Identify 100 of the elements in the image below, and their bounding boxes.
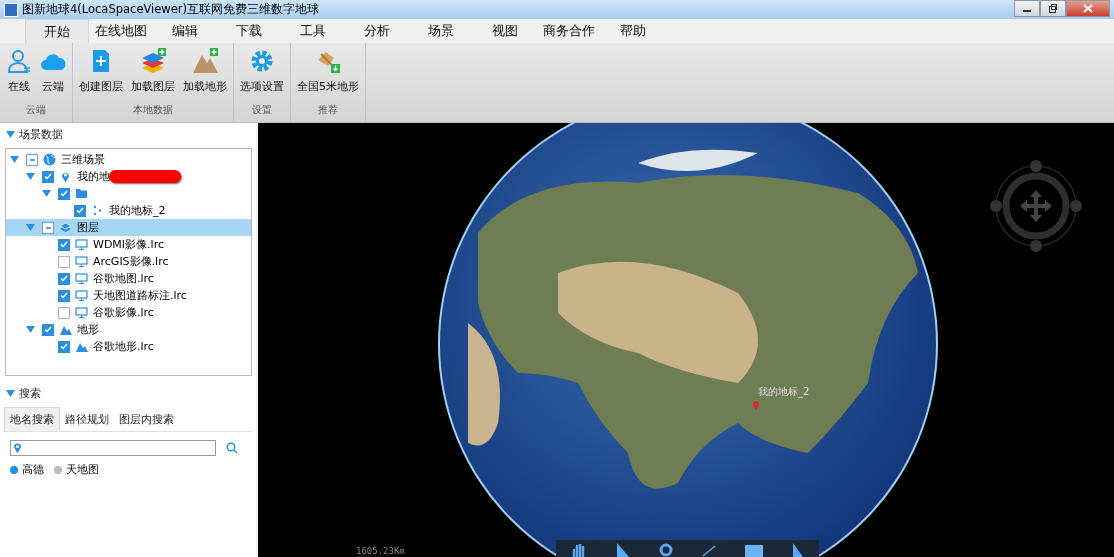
expand-arrow-icon[interactable] [26, 326, 35, 333]
source-radio[interactable]: 高德 [10, 462, 44, 477]
ribbon-button[interactable]: 创建图层 [77, 43, 125, 100]
ribbon-group-label: 云端 [25, 103, 47, 117]
ribbon-button[interactable]: 在线 [4, 43, 34, 100]
tree-row[interactable]: 天地图道路标注.lrc [6, 287, 251, 304]
tree-item-label: 天地图道路标注.lrc [93, 288, 187, 303]
tree-item-label: ArcGIS影像.lrc [93, 254, 169, 269]
ribbon-group-label: 设置 [251, 103, 273, 117]
rectangle-icon[interactable] [745, 543, 764, 557]
monitor-icon [75, 238, 88, 251]
search-tab[interactable]: 地名搜索 [4, 407, 60, 431]
checkbox[interactable] [58, 255, 70, 268]
tree-item-label: 我的地 [77, 169, 110, 184]
navigation-compass-drawing[interactable] [988, 158, 1084, 254]
tree-row[interactable]: 谷歌影像.lrc [6, 304, 251, 321]
monitor-icon [75, 306, 88, 319]
tree-item-label: WDMI影像.lrc [93, 237, 164, 252]
menu-tab[interactable]: 工具 [281, 19, 345, 43]
tree-item-label: 图层 [77, 220, 99, 235]
menu-tab[interactable]: 下载 [217, 19, 281, 43]
globe-icon [43, 153, 56, 166]
mountain-add-icon [192, 48, 218, 74]
monitor-icon [75, 289, 88, 302]
checkbox[interactable] [42, 323, 54, 336]
tree-row[interactable]: 我的地标_2 [6, 202, 251, 219]
user-icon [6, 48, 32, 74]
search-tab[interactable]: 路径规划 [60, 407, 114, 431]
menu-tab[interactable]: 分析 [345, 19, 409, 43]
checkbox[interactable] [58, 272, 70, 285]
window-title: 图新地球4(LocaSpaceViewer)互联网免费三维数字地球 [22, 2, 320, 17]
layers-icon [59, 221, 72, 234]
tree-row[interactable]: 地形 [6, 321, 251, 338]
tree-item-label: 我的地标_2 [109, 203, 166, 218]
tree-item-label: 三维场景 [61, 152, 105, 167]
dots-icon [91, 204, 104, 217]
close-icon [1083, 4, 1093, 13]
ribbon-button[interactable]: 加载图层 [129, 43, 177, 100]
play-icon[interactable] [792, 543, 805, 557]
checkbox[interactable] [58, 289, 70, 302]
collapse-arrow-icon[interactable] [6, 131, 15, 138]
expand-arrow-icon[interactable] [42, 190, 51, 197]
search-tab[interactable]: 图层内搜索 [114, 407, 179, 431]
restore-button[interactable] [1040, 0, 1066, 17]
tree-item-label: 谷歌影像.lrc [93, 305, 154, 320]
menu-tab[interactable]: 开始 [25, 19, 89, 43]
ribbon-group-label: 推荐 [317, 103, 339, 117]
checkbox[interactable] [74, 204, 86, 217]
map-pin-icon [59, 170, 72, 183]
line-icon[interactable] [702, 543, 717, 557]
tree-row[interactable]: 三维场景 [6, 151, 251, 168]
checkbox[interactable] [42, 170, 54, 183]
globe-drawing[interactable] [438, 123, 938, 557]
checkbox[interactable] [26, 153, 38, 166]
close-button[interactable] [1066, 0, 1110, 17]
source-radio[interactable]: 天地图 [54, 462, 99, 477]
ribbon-group-label: 本地数据 [132, 103, 174, 117]
tree-item-label: 地形 [77, 322, 99, 337]
settings-icon [249, 48, 275, 74]
expand-arrow-icon[interactable] [26, 224, 35, 231]
tree-row[interactable]: 谷歌地形.lrc [6, 338, 251, 355]
ribbon-button[interactable]: 云端 [38, 43, 68, 100]
checkbox[interactable] [42, 221, 54, 234]
search-icon[interactable] [226, 442, 238, 454]
folder-icon [75, 187, 88, 200]
ribbon-button[interactable]: 选项设置 [238, 43, 286, 100]
tree-row[interactable]: 我的地 [6, 168, 251, 185]
collapse-arrow-icon[interactable] [6, 390, 15, 397]
tree-row[interactable]: 谷歌地图.lrc [6, 270, 251, 287]
placemark-label: 我的地标_2 [758, 385, 810, 399]
panel-title: 搜索 [19, 386, 41, 401]
checkbox[interactable] [58, 340, 70, 353]
play-icon[interactable] [615, 543, 630, 557]
ribbon-button[interactable]: 加载地形 [181, 43, 229, 100]
app-logo-icon [4, 2, 18, 17]
tree-row[interactable]: 图层 [6, 219, 251, 236]
menu-tab[interactable]: 帮助 [601, 19, 665, 43]
expand-arrow-icon[interactable] [26, 173, 35, 180]
menu-tab[interactable]: 场景 [409, 19, 473, 43]
tree-item-label: 谷歌地图.lrc [93, 271, 154, 286]
checkbox[interactable] [58, 306, 70, 319]
ribbon-button[interactable]: 全国5米地形 [295, 43, 361, 100]
checkbox[interactable] [58, 238, 70, 251]
tree-item-label: 谷歌地形.lrc [93, 339, 154, 354]
tree-row[interactable]: WDMI影像.lrc [6, 236, 251, 253]
map-pin-icon [13, 442, 22, 454]
monitor-icon [75, 272, 88, 285]
menu-tab[interactable]: 商务合作 [537, 19, 601, 43]
expand-arrow-icon[interactable] [10, 156, 19, 163]
scale-label: 1605.23Km [356, 546, 405, 556]
layers-add-icon [140, 48, 166, 74]
minimize-button[interactable] [1014, 0, 1040, 17]
menu-tab[interactable]: 视图 [473, 19, 537, 43]
panel-title: 场景数据 [19, 127, 63, 142]
menu-tab[interactable]: 编辑 [153, 19, 217, 43]
checkbox[interactable] [58, 187, 70, 200]
restore-icon [1048, 4, 1058, 13]
menu-tab[interactable]: 在线地图 [89, 19, 153, 43]
search-field[interactable] [10, 440, 216, 456]
tree-row[interactable]: ArcGIS影像.lrc [6, 253, 251, 270]
